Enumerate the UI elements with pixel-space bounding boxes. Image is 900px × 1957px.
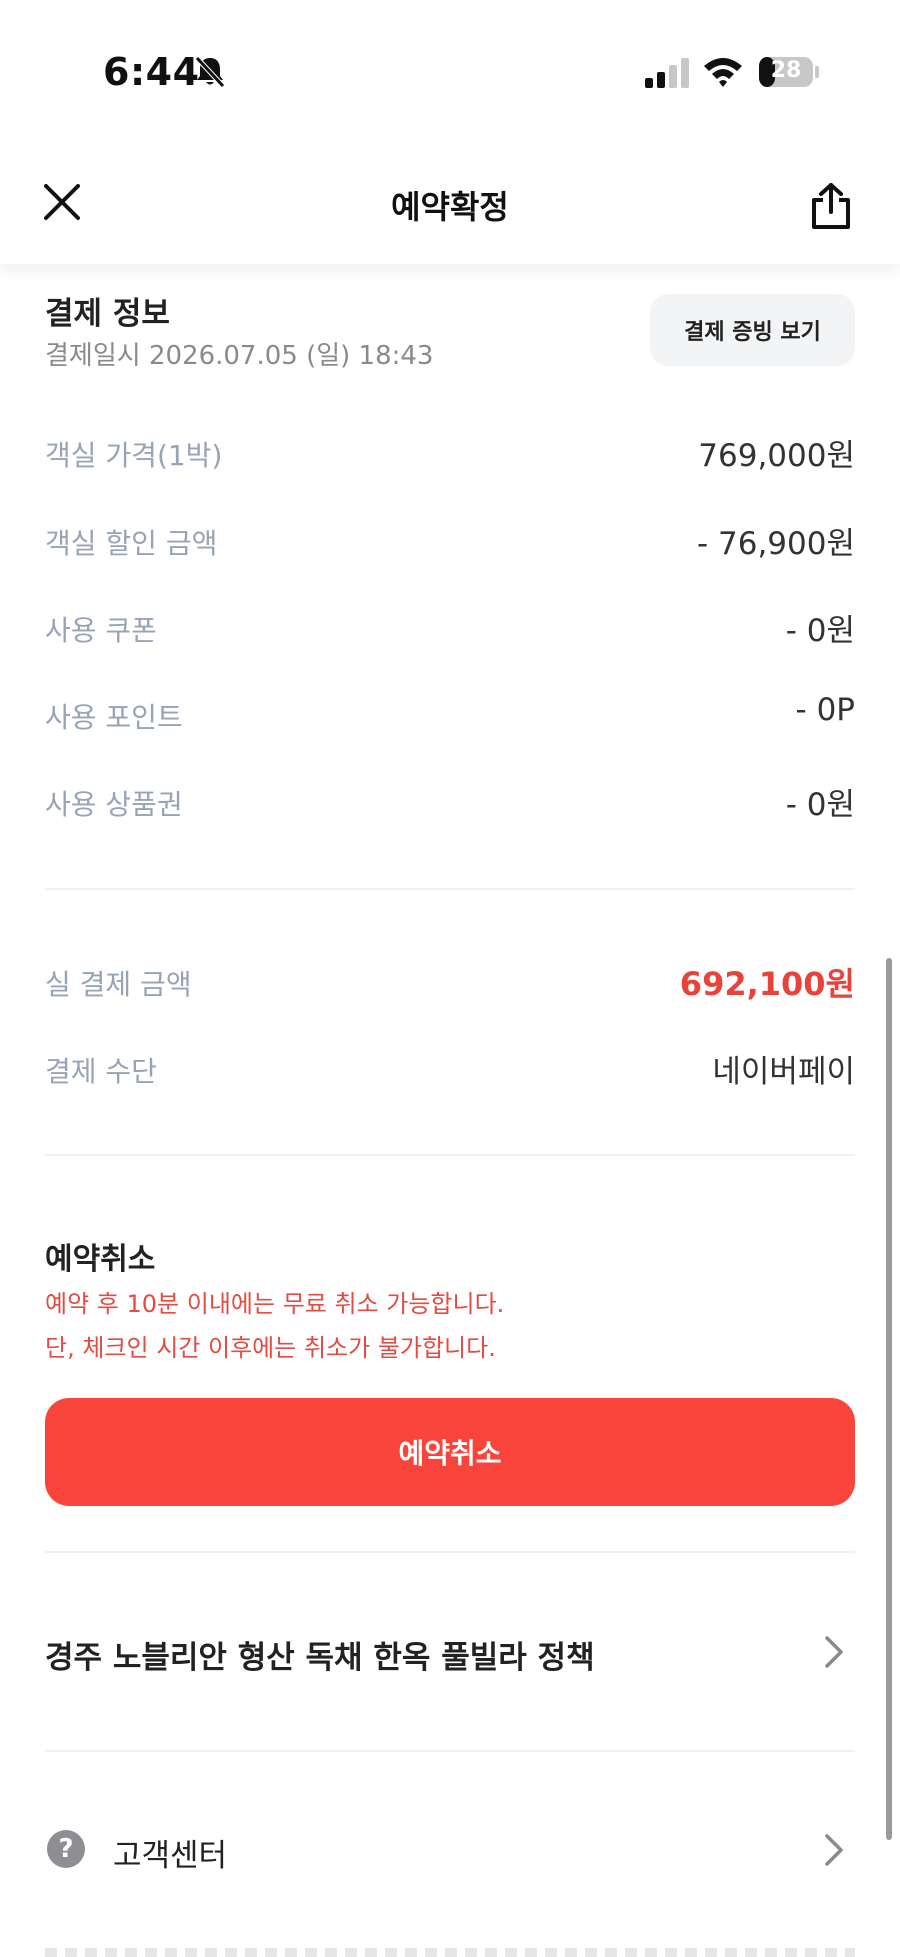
row-label: 객실 가격(1박) bbox=[45, 439, 223, 472]
wifi-icon bbox=[704, 58, 742, 87]
status-bar: 6:44 28 bbox=[0, 0, 900, 150]
payment-info-title: 결제 정보 bbox=[45, 296, 170, 332]
row-value: - 0원 bbox=[785, 787, 855, 823]
row-label: 객실 할인 금액 bbox=[45, 527, 218, 560]
method-value: 네이버페이 bbox=[712, 1054, 855, 1090]
share-icon[interactable] bbox=[808, 182, 854, 230]
divider bbox=[45, 888, 855, 890]
bottom-fade-content bbox=[45, 1948, 855, 1957]
divider bbox=[45, 1551, 855, 1553]
payment-date: 결제일시 2026.07.05 (일) 18:43 bbox=[45, 341, 434, 371]
row-value: - 0P bbox=[795, 692, 855, 728]
cancel-reservation-button[interactable]: 예약취소 bbox=[45, 1398, 855, 1506]
scrollbar[interactable] bbox=[886, 958, 892, 1840]
payment-method-row: 결제 수단 네이버페이 bbox=[45, 1042, 855, 1092]
bell-off-icon bbox=[195, 56, 225, 88]
point-row: 사용 포인트 - 0P bbox=[45, 688, 855, 738]
gift-card-row: 사용 상품권 - 0원 bbox=[45, 775, 855, 825]
cancel-note-1: 예약 후 10분 이내에는 무료 취소 가능합니다. bbox=[45, 1290, 505, 1318]
total-label: 실 결제 금액 bbox=[45, 968, 192, 1001]
total-value: 692,100원 bbox=[679, 965, 855, 1003]
row-label: 사용 쿠폰 bbox=[45, 614, 157, 647]
cancel-note-2: 단, 체크인 시간 이후에는 취소가 불가합니다. bbox=[45, 1334, 496, 1362]
divider bbox=[45, 1750, 855, 1752]
help-icon: ? bbox=[47, 1830, 85, 1868]
nav-bar: 예약확정 bbox=[0, 150, 900, 264]
status-time: 6:44 bbox=[103, 50, 200, 94]
total-row: 실 결제 금액 692,100원 bbox=[45, 955, 855, 1005]
chevron-right-icon bbox=[825, 1834, 843, 1866]
discount-row: 객실 할인 금액 - 76,900원 bbox=[45, 514, 855, 564]
page-title: 예약확정 bbox=[391, 188, 509, 226]
method-label: 결제 수단 bbox=[45, 1055, 157, 1088]
policy-link[interactable]: 경주 노블리안 형산 독채 한옥 풀빌라 정책 bbox=[45, 1612, 855, 1692]
coupon-row: 사용 쿠폰 - 0원 bbox=[45, 601, 855, 651]
cancel-title: 예약취소 bbox=[45, 1242, 156, 1277]
customer-center-link[interactable]: ? 고객센터 bbox=[45, 1810, 855, 1890]
receipt-button[interactable]: 결제 증빙 보기 bbox=[650, 294, 855, 366]
policy-label: 경주 노블리안 형산 독채 한옥 풀빌라 정책 bbox=[45, 1640, 595, 1676]
chevron-right-icon bbox=[825, 1636, 843, 1668]
row-value: - 76,900원 bbox=[696, 526, 855, 562]
row-label: 사용 상품권 bbox=[45, 788, 183, 821]
customer-center-label: 고객센터 bbox=[113, 1838, 228, 1874]
signal-icon bbox=[645, 58, 689, 88]
battery-icon: 28 bbox=[758, 56, 820, 88]
row-value: - 0원 bbox=[785, 613, 855, 649]
divider bbox=[45, 1154, 855, 1156]
row-value: 769,000원 bbox=[698, 438, 855, 474]
battery-level: 28 bbox=[770, 58, 802, 83]
price-row: 객실 가격(1박) 769,000원 bbox=[45, 426, 855, 476]
row-label: 사용 포인트 bbox=[45, 701, 183, 734]
